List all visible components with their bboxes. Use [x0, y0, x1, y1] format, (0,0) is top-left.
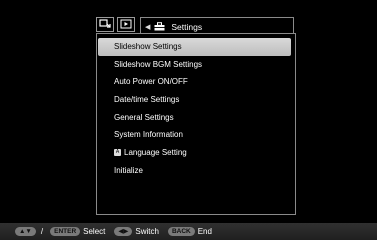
menu-item-slideshow-settings[interactable]: Slideshow Settings [98, 38, 291, 56]
separator: / [40, 227, 44, 236]
up-down-arrows-icon: ▲▼ [15, 227, 36, 236]
slideshow-tab[interactable] [96, 16, 114, 32]
slideshow-icon [99, 19, 111, 28]
back-key-badge: BACK [167, 227, 195, 236]
page-title: Settings [171, 21, 203, 32]
switch-label: Switch [135, 227, 159, 236]
tab-bar: ◀ Settings [96, 14, 294, 36]
menu-item-date-time-settings[interactable]: Date/time Settings [98, 91, 291, 109]
menu-item-label: Slideshow Settings [114, 42, 182, 51]
settings-menu: Slideshow Settings Slideshow BGM Setting… [98, 38, 291, 180]
menu-item-label: Auto Power ON/OFF [114, 77, 188, 87]
language-icon: A [114, 149, 121, 157]
menu-item-language-setting[interactable]: A Language Setting [98, 144, 291, 162]
select-label: Select [83, 227, 106, 236]
play-icon [120, 19, 132, 29]
arrow-left-icon: ◀ [145, 23, 151, 31]
menu-item-label: System Information [114, 130, 183, 140]
end-label: End [197, 227, 212, 236]
help-bar: ▲▼ / ENTER Select ◀▶ Switch BACK End [0, 223, 377, 240]
menu-item-label: Initialize [114, 165, 143, 175]
menu-item-system-information[interactable]: System Information [98, 126, 291, 144]
menu-item-label: Slideshow BGM Settings [114, 59, 203, 69]
menu-item-slideshow-bgm-settings[interactable]: Slideshow BGM Settings [98, 56, 291, 74]
menu-item-label: Language Setting [124, 148, 187, 158]
menu-item-label: Date/time Settings [114, 95, 180, 105]
menu-item-auto-power[interactable]: Auto Power ON/OFF [98, 73, 291, 91]
menu-item-label: General Settings [114, 112, 174, 122]
left-right-arrows-icon: ◀▶ [114, 227, 133, 236]
play-tab[interactable] [117, 16, 135, 32]
menu-item-general-settings[interactable]: General Settings [98, 109, 291, 127]
enter-key-badge: ENTER [50, 227, 81, 236]
menu-item-initialize[interactable]: Initialize [98, 162, 291, 180]
